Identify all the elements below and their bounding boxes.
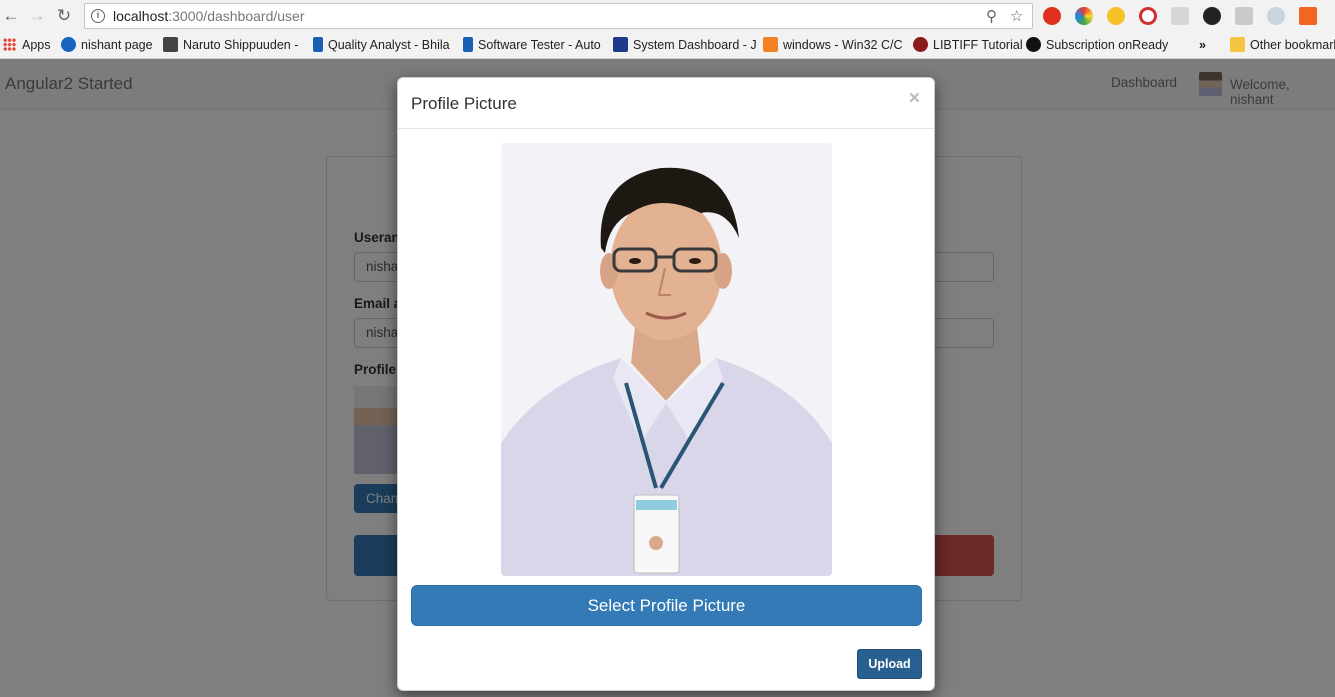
- bookmark-other[interactable]: Other bookmarks: [1230, 37, 1335, 53]
- address-bar[interactable]: i localhost:3000/dashboard/user ⚲ ☆: [84, 3, 1033, 29]
- browser-nav-row: ← → ↻ i localhost:3000/dashboard/user ⚲ …: [0, 0, 1335, 32]
- url-text: localhost:3000/dashboard/user: [113, 8, 304, 24]
- modal-header: Profile Picture ×: [398, 78, 934, 129]
- url-path: :3000/dashboard/user: [168, 8, 305, 24]
- shield-icon: [913, 37, 928, 52]
- close-icon[interactable]: ×: [909, 89, 920, 108]
- bookmark-label: Naruto Shippuuden -: [183, 38, 299, 52]
- bookmark-star-icon[interactable]: ☆: [1010, 7, 1023, 25]
- colorpicker-extension-icon[interactable]: [1075, 7, 1093, 25]
- select-profile-picture-button[interactable]: Select Profile Picture: [411, 585, 922, 626]
- bookmark-libtiff[interactable]: LIBTIFF Tutorial: [913, 37, 1023, 53]
- info-icon[interactable]: i: [91, 9, 105, 23]
- bookmark-label: windows - Win32 C/C: [783, 38, 903, 52]
- bookmark-label: System Dashboard - J: [633, 38, 757, 52]
- url-host: localhost: [113, 8, 169, 24]
- k-logo-icon: [463, 37, 473, 52]
- apps-grid-icon: [3, 38, 16, 51]
- hexagon-icon: [61, 37, 76, 52]
- bookmark-label: nishant page: [81, 38, 153, 52]
- reload-icon[interactable]: ↻: [53, 5, 75, 27]
- bookmark-label: Apps: [22, 38, 51, 52]
- bookmark-label: Other bookmarks: [1250, 38, 1335, 52]
- forward-arrow-icon[interactable]: →: [26, 5, 48, 27]
- jira-icon: [613, 37, 628, 52]
- bookmark-label: Software Tester - Auto: [478, 38, 601, 52]
- back-arrow-icon[interactable]: ←: [0, 5, 22, 27]
- profile-photo-preview: [501, 143, 832, 576]
- profile-photo-illustration: [501, 143, 832, 576]
- moon-extension-icon[interactable]: [1107, 7, 1125, 25]
- bookmark-label: LIBTIFF Tutorial: [933, 38, 1023, 52]
- tv-icon: [163, 37, 178, 52]
- folder-icon: [1230, 37, 1245, 52]
- github-icon: [1026, 37, 1041, 52]
- lens-extension-icon[interactable]: [1203, 7, 1221, 25]
- off-extension-icon[interactable]: [1299, 7, 1317, 25]
- q-extension-icon[interactable]: [1139, 7, 1157, 25]
- bookmark-system-dashboard[interactable]: System Dashboard - J: [613, 37, 757, 53]
- k-logo-icon: [313, 37, 323, 52]
- modal-title: Profile Picture: [411, 94, 517, 113]
- bookmark-apps[interactable]: Apps: [3, 37, 51, 53]
- upload-button[interactable]: Upload: [857, 649, 922, 679]
- stackoverflow-icon: [763, 37, 778, 52]
- bookmarks-overflow-chevron-icon[interactable]: »: [1199, 37, 1206, 53]
- bookmark-windows-win32[interactable]: windows - Win32 C/C: [763, 37, 902, 53]
- zoom-icon[interactable]: ⚲: [986, 7, 997, 25]
- skype-extension-icon[interactable]: [1267, 7, 1285, 25]
- bookmark-label: Subscription onReady: [1046, 38, 1169, 52]
- profile-picture-modal: Profile Picture × Select Profile Picture…: [397, 77, 935, 691]
- opera-extension-icon[interactable]: [1043, 7, 1061, 25]
- bookmark-software-tester[interactable]: Software Tester - Auto: [463, 37, 601, 53]
- bookmark-subscription[interactable]: Subscription onReady: [1026, 37, 1168, 53]
- grid-extension-icon[interactable]: [1171, 7, 1189, 25]
- bookmarks-bar: Apps nishant page Naruto Shippuuden - Qu…: [0, 32, 1335, 58]
- bookmark-nishant-page[interactable]: nishant page: [61, 37, 153, 53]
- browser-toolbar: ← → ↻ i localhost:3000/dashboard/user ⚲ …: [0, 0, 1335, 59]
- pdf-extension-icon[interactable]: [1235, 7, 1253, 25]
- bookmark-quality-analyst[interactable]: Quality Analyst - Bhila: [313, 37, 450, 53]
- bookmark-label: Quality Analyst - Bhila: [328, 38, 450, 52]
- bookmark-naruto[interactable]: Naruto Shippuuden -: [163, 37, 298, 53]
